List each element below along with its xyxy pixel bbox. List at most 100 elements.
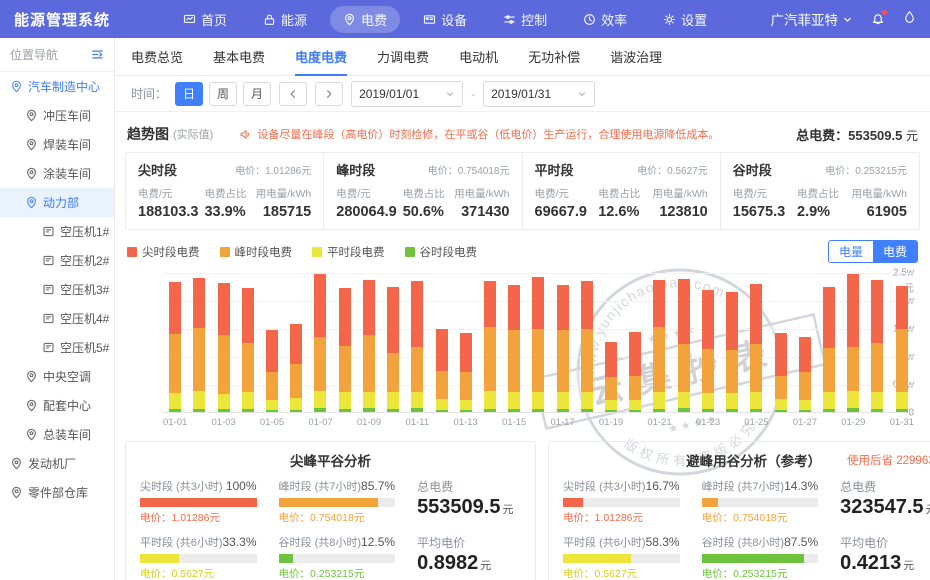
tree-item[interactable]: 汽车制造中心 (0, 72, 114, 101)
toggle-option-1[interactable]: 电费 (873, 241, 917, 262)
bar-segment (702, 290, 714, 349)
tab-6[interactable]: 谐波治理 (610, 38, 662, 75)
progress-track (702, 498, 819, 507)
tree-item[interactable]: 空压机3# (0, 275, 114, 304)
bar-segment (484, 391, 496, 408)
tree-item-label: 空压机3# (60, 281, 109, 298)
bar-segment (629, 376, 641, 400)
tree-item[interactable]: 配套中心 (0, 391, 114, 420)
progress-price: 电价：1.01286元 (140, 510, 257, 525)
x-axis-tick (333, 417, 357, 428)
progress-percent: 85.7% (361, 479, 395, 493)
tree-item[interactable]: 空压机1# (0, 217, 114, 246)
stacked-bar (387, 287, 399, 412)
notification-bell[interactable] (871, 12, 885, 26)
location-tree: 汽车制造中心冲压车间焊装车间涂装车间动力部空压机1#空压机2# 空压机3# 空压机4… (0, 72, 114, 507)
bar-segment (847, 408, 859, 412)
tree-item[interactable]: 空压机5# (0, 333, 114, 362)
efficiency-icon (583, 13, 596, 26)
nav-item-home[interactable]: 首页 (170, 6, 240, 33)
water-drop-icon (903, 10, 916, 23)
time-mode-0[interactable]: 日 (175, 82, 203, 106)
stacked-bar (339, 288, 351, 412)
legend-swatch (127, 247, 137, 257)
bar-slot (333, 288, 357, 412)
tab-4[interactable]: 电动机 (459, 38, 498, 75)
nav-item-energy[interactable]: 能源 (250, 6, 320, 33)
progress-price: 电价：0.754018元 (279, 510, 396, 525)
energy-value: 371430 (454, 204, 509, 220)
nav-item-settings[interactable]: 设置 (650, 6, 720, 33)
tree-item[interactable]: 焊装车间 (0, 130, 114, 159)
period-card: 平时段电价：0.5627元电费/元电费占比用电量/kWh69667.912.6%… (523, 153, 721, 229)
toggle-option-0[interactable]: 电量 (829, 241, 873, 262)
progress-track (279, 554, 396, 563)
bar-segment (605, 400, 617, 410)
bar-segment (314, 408, 326, 412)
end-date-select[interactable]: 2019/01/31 (483, 81, 595, 107)
progress-price: 电价：1.01286元 (563, 510, 680, 525)
bar-segment (605, 410, 617, 412)
tree-item-label: 汽车制造中心 (28, 78, 100, 95)
tab-1[interactable]: 基本电费 (213, 38, 265, 75)
tab-2[interactable]: 电度电费 (295, 38, 347, 75)
tree-item[interactable]: 中央空调 (0, 362, 114, 391)
bar-segment (605, 377, 617, 401)
collapse-sidebar-icon[interactable] (91, 48, 104, 61)
tree-item[interactable]: 零件部仓库 (0, 478, 114, 507)
bar-segment (218, 394, 230, 409)
stacked-bar (605, 342, 617, 412)
bar-segment (436, 399, 448, 410)
x-axis-tick: 01-23 (696, 417, 720, 428)
bar-segment (581, 329, 593, 393)
tenant-name: 广汽菲亚特 (771, 9, 839, 29)
legend-item[interactable]: 平时段电费 (312, 244, 385, 260)
bar-segment (266, 330, 278, 373)
tree-item[interactable]: 总装车间 (0, 420, 114, 449)
time-mode-1[interactable]: 周 (209, 82, 237, 106)
bar-segment (823, 392, 835, 408)
summary-unit: 元 (903, 560, 914, 572)
nav-item-device[interactable]: 设备 (410, 6, 480, 33)
prev-period-button[interactable] (279, 82, 307, 106)
x-axis-tick: 01-19 (599, 417, 623, 428)
tree-item[interactable]: 涂装车间 (0, 159, 114, 188)
tree-item[interactable]: 空压机2# (0, 246, 114, 275)
next-period-button[interactable] (315, 82, 343, 106)
fee-value: 188103.3 (138, 204, 198, 220)
period-card: 谷时段电价：0.253215元电费/元电费占比用电量/kWh15675.32.9… (721, 153, 919, 229)
nav-item-label: 设置 (681, 10, 707, 29)
bar-segment (266, 400, 278, 410)
nav-item-efficiency[interactable]: 效率 (570, 6, 640, 33)
tenant-selector[interactable]: 广汽菲亚特 (771, 9, 854, 29)
legend-item[interactable]: 谷时段电费 (405, 244, 478, 260)
tree-item[interactable]: 发动机厂 (0, 449, 114, 478)
nav-item-electricity-fee[interactable]: 电费 (330, 6, 400, 33)
bar-segment (775, 376, 787, 400)
bar-segment (823, 287, 835, 349)
period-price: 电价：1.01286元 (235, 162, 311, 177)
stacked-bar (363, 280, 375, 412)
device-icon (423, 13, 436, 26)
tree-item[interactable]: 空压机4# (0, 304, 114, 333)
legend-item[interactable]: 峰时段电费 (220, 244, 293, 260)
energy-label: 用电量/kWh (454, 186, 509, 201)
chevron-left-icon (288, 89, 298, 99)
navbar-right: 广汽菲亚特 (771, 9, 917, 29)
time-mode-2[interactable]: 月 (243, 82, 271, 106)
legend-item[interactable]: 尖时段电费 (127, 244, 200, 260)
start-date-select[interactable]: 2019/01/01 (351, 81, 463, 107)
content-area: 趋势图 (实际值) 设备尽量在峰段（高电价）时刻检修，在平或谷（低电价）生产运行… (115, 112, 930, 580)
tree-item[interactable]: 冲压车间 (0, 101, 114, 130)
cost-saving-notice: 设备尽量在峰段（高电价）时刻检修，在平或谷（低电价）生产运行，合理使用电源降低成… (239, 126, 796, 142)
tab-0[interactable]: 电费总览 (131, 38, 183, 75)
bar-slot (720, 292, 744, 412)
tree-item[interactable]: 动力部 (0, 188, 114, 217)
tab-3[interactable]: 力调电费 (377, 38, 429, 75)
bar-segment (314, 391, 326, 408)
bar-segment (532, 392, 544, 408)
theme-drop-toggle[interactable] (903, 10, 916, 28)
nav-item-control[interactable]: 控制 (490, 6, 560, 33)
tab-5[interactable]: 无功补偿 (528, 38, 580, 75)
summary-unit: 元 (502, 504, 513, 516)
